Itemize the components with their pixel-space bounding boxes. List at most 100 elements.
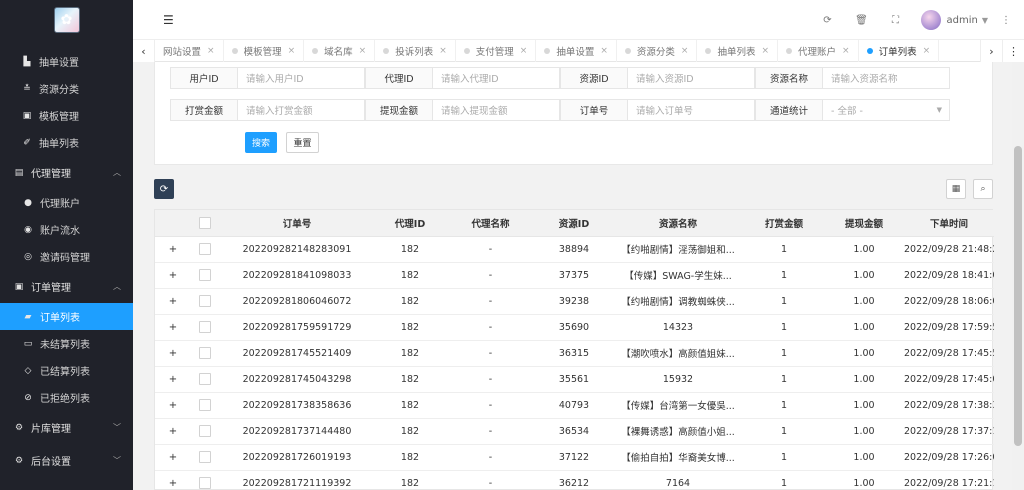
tab-8[interactable]: 代理账户 × [778, 40, 859, 62]
close-icon[interactable]: × [842, 46, 850, 56]
sidebar-item-0-0[interactable]: ● 代理账户 [0, 189, 133, 216]
checkbox-cell[interactable] [191, 236, 219, 262]
channel-select[interactable]: - 全部 - ▼ [823, 99, 950, 121]
plus-icon[interactable]: + [169, 426, 177, 437]
table-row[interactable]: +202209281745043298 182 - 35561 15932 1 1.00 20… [155, 366, 994, 392]
sidebar-item-1-0[interactable]: ▰ 订单列表 [0, 303, 133, 330]
expand-cell[interactable]: + [155, 314, 191, 340]
table-row[interactable]: +202209281721119392 182 - 36212 7164 1 1.00 202… [155, 470, 994, 490]
select-all-checkbox[interactable] [199, 216, 211, 229]
search-button[interactable]: 搜索 [245, 132, 277, 153]
tab-5[interactable]: 抽单设置 × [536, 40, 617, 62]
tabs-next-icon[interactable]: › [980, 40, 1002, 62]
scrollbar-thumb[interactable] [1014, 146, 1022, 446]
sidebar-item-0-1[interactable]: ◉ 账户流水 [0, 216, 133, 243]
expand-cell[interactable]: + [155, 470, 191, 490]
filter-input[interactable]: 请输入用户ID [238, 67, 365, 89]
sidebar-item-1-3[interactable]: ⊘ 已拒绝列表 [0, 384, 133, 411]
column-header[interactable]: 订单号 [219, 210, 375, 237]
close-icon[interactable]: × [359, 46, 367, 56]
checkbox-cell[interactable] [191, 340, 219, 366]
table-refresh-button[interactable]: ⟳ [154, 179, 174, 199]
tab-6[interactable]: 资源分类 × [617, 40, 698, 62]
avatar[interactable] [920, 10, 941, 30]
checkbox-cell[interactable] [191, 418, 219, 444]
close-icon[interactable]: × [681, 46, 689, 56]
table-row[interactable]: +202209281737144480 182 - 36534 【裸舞诱惑】高颜值小姐.… [155, 418, 994, 444]
plus-icon[interactable]: + [169, 478, 177, 489]
row-checkbox[interactable] [199, 243, 211, 255]
filter-input[interactable]: 请输入订单号 [628, 99, 755, 121]
column-header[interactable]: 代理名称 [445, 210, 536, 237]
row-checkbox[interactable] [199, 321, 211, 333]
sidebar-group-0[interactable]: ▤ 代理管理 ︿ [0, 156, 133, 189]
reset-button[interactable]: 重置 [286, 132, 319, 153]
close-icon[interactable]: × [761, 46, 769, 56]
checkbox-cell[interactable] [191, 444, 219, 470]
checkbox-cell[interactable] [191, 392, 219, 418]
close-icon[interactable]: × [923, 46, 931, 56]
sidebar-item-0[interactable]: ▙ 抽单设置 [0, 48, 133, 75]
checkbox-cell[interactable] [191, 470, 219, 490]
row-checkbox[interactable] [199, 477, 211, 489]
checkbox-cell[interactable] [191, 262, 219, 288]
search-icon[interactable]: ⌕ [973, 179, 993, 199]
plus-icon[interactable]: + [169, 452, 177, 463]
sidebar-item-1[interactable]: ≛ 资源分类 [0, 75, 133, 102]
close-icon[interactable]: × [288, 46, 296, 56]
more-icon[interactable]: ⋮ [998, 15, 1014, 26]
table-row[interactable]: +202209281841098033 182 - 37375 【传媒】SWAG-学生妹… [155, 262, 994, 288]
sidebar-item-1-1[interactable]: ▭ 未结算列表 [0, 330, 133, 357]
column-header[interactable]: 提现金额 [824, 210, 904, 237]
expand-cell[interactable]: + [155, 444, 191, 470]
filter-input[interactable]: 请输入资源ID [628, 67, 755, 89]
row-checkbox[interactable] [199, 269, 211, 281]
column-header[interactable]: 下单时间 [904, 210, 994, 237]
plus-icon[interactable]: + [169, 244, 177, 255]
sidebar-group-1[interactable]: ▣ 订单管理 ︿ [0, 270, 133, 303]
table-row[interactable]: +202209281738358636 182 - 40793 【传媒】台湾第一女優吳.… [155, 392, 994, 418]
column-header[interactable]: 代理ID [375, 210, 445, 237]
close-icon[interactable]: × [520, 46, 528, 56]
sidebar-item-0-2[interactable]: ◎ 邀请码管理 [0, 243, 133, 270]
filter-input[interactable]: 请输入提现金额 [433, 99, 560, 121]
sidebar-group-2[interactable]: ⚙ 片库管理 ﹀ [0, 411, 133, 444]
checkbox-cell[interactable] [191, 314, 219, 340]
close-icon[interactable]: × [600, 46, 608, 56]
sidebar-item-1-2[interactable]: ◇ 已结算列表 [0, 357, 133, 384]
tab-7[interactable]: 抽单列表 × [697, 40, 778, 62]
username[interactable]: admin [947, 15, 978, 26]
row-checkbox[interactable] [199, 425, 211, 437]
filter-input[interactable]: 请输入代理ID [433, 67, 560, 89]
tab-2[interactable]: 域名库 × [304, 40, 376, 62]
expand-cell[interactable]: + [155, 288, 191, 314]
expand-cell[interactable]: + [155, 236, 191, 262]
checkbox-cell[interactable] [191, 366, 219, 392]
menu-toggle-icon[interactable]: ☰ [163, 13, 174, 27]
tab-3[interactable]: 投诉列表 × [375, 40, 456, 62]
row-checkbox[interactable] [199, 373, 211, 385]
row-checkbox[interactable] [199, 347, 211, 359]
sidebar-item-3[interactable]: ✐ 抽单列表 [0, 129, 133, 156]
header-checkbox[interactable] [191, 210, 219, 237]
filter-columns-icon[interactable]: ▦ [946, 179, 966, 199]
tab-9[interactable]: 订单列表 × [859, 40, 940, 62]
close-icon[interactable]: × [439, 46, 447, 56]
plus-icon[interactable]: + [169, 322, 177, 333]
tab-1[interactable]: 模板管理 × [224, 40, 305, 62]
expand-cell[interactable]: + [155, 262, 191, 288]
checkbox-cell[interactable] [191, 288, 219, 314]
trash-icon[interactable]: 🗑 [845, 15, 879, 26]
table-row[interactable]: +202209282148283091 182 - 38894 【约啪剧情】淫荡御姐和.… [155, 236, 994, 262]
row-checkbox[interactable] [199, 295, 211, 307]
filter-input[interactable]: 请输入资源名称 [823, 67, 950, 89]
column-header[interactable]: 资源ID [536, 210, 612, 237]
expand-cell[interactable]: + [155, 392, 191, 418]
column-header[interactable]: 资源名称 [612, 210, 744, 237]
row-checkbox[interactable] [199, 451, 211, 463]
table-row[interactable]: +202209281759591729 182 - 35690 14323 1 1.00 20… [155, 314, 994, 340]
row-checkbox[interactable] [199, 399, 211, 411]
expand-cell[interactable]: + [155, 340, 191, 366]
plus-icon[interactable]: + [169, 374, 177, 385]
expand-cell[interactable]: + [155, 366, 191, 392]
